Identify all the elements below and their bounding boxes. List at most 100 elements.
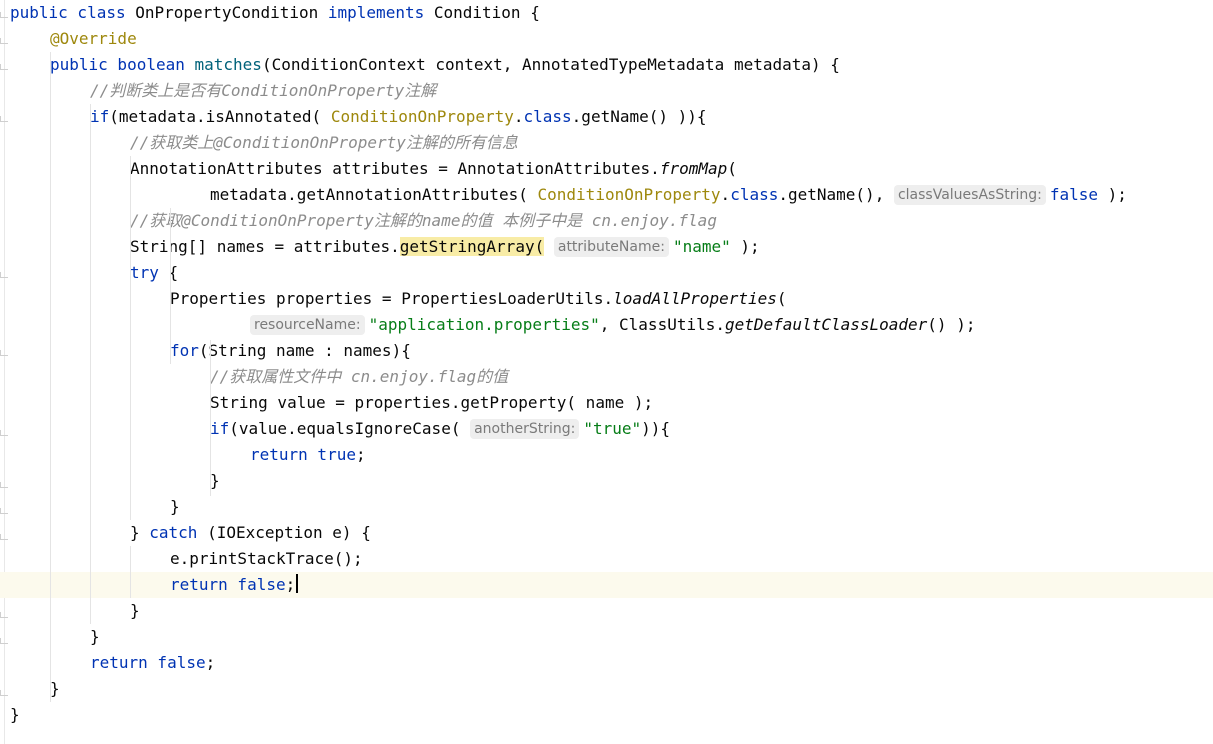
code-line-content: //获取类上@ConditionOnProperty注解的所有信息 (130, 130, 518, 156)
fold-marker-icon[interactable] (0, 350, 8, 356)
code-line[interactable]: } (0, 598, 1213, 624)
fold-marker-icon[interactable] (0, 534, 8, 540)
code-token: return false (170, 575, 286, 594)
code-token: } (130, 601, 140, 620)
code-line-content: } (170, 494, 180, 520)
code-token: catch (149, 523, 198, 542)
code-token: } (130, 523, 150, 542)
code-token: ); (730, 237, 760, 256)
code-token: if (90, 107, 110, 126)
code-line-content: } (50, 676, 60, 702)
code-line[interactable]: } (0, 494, 1213, 520)
code-token: (metadata.isAnnotated( (109, 107, 331, 126)
code-token: @Override (50, 29, 137, 48)
code-line[interactable]: String[] names = attributes.getStringArr… (0, 234, 1213, 260)
code-line[interactable]: try { (0, 260, 1213, 286)
code-line-content: } (210, 468, 220, 494)
code-line-content: metadata.getAnnotationAttributes( Condit… (210, 182, 1127, 208)
code-line[interactable]: } (0, 702, 1213, 728)
fold-marker-icon[interactable] (0, 430, 8, 436)
code-token: AnnotationAttributes attributes = Annota… (130, 159, 660, 178)
parameter-hint: classValuesAsString: (893, 185, 1046, 205)
code-line[interactable]: public class OnPropertyCondition impleme… (0, 0, 1213, 26)
code-token: .getName() )){ (571, 107, 707, 126)
fold-marker-icon[interactable] (0, 116, 8, 122)
code-line[interactable]: return false; (0, 650, 1213, 676)
code-line-content: } catch (IOException e) { (130, 520, 371, 546)
code-token: (ConditionContext context, AnnotatedType… (261, 55, 840, 74)
code-line-content: } (10, 702, 20, 728)
code-line[interactable]: for(String name : names){ (0, 338, 1213, 364)
code-token: "name" (672, 237, 731, 256)
code-line[interactable]: public boolean matches(ConditionContext … (0, 52, 1213, 78)
code-line-content: String[] names = attributes.getStringArr… (130, 234, 760, 260)
code-line[interactable]: String value = properties.getProperty( n… (0, 390, 1213, 416)
code-line-content: e.printStackTrace(); (170, 546, 363, 572)
code-token: (IOException e) { (197, 523, 371, 542)
indent-guide (90, 104, 91, 624)
fold-marker-icon[interactable] (0, 64, 8, 70)
code-token: } (50, 679, 60, 698)
code-line[interactable]: } catch (IOException e) { (0, 520, 1213, 546)
code-token: .getName(), (778, 185, 894, 204)
code-line-content: } (90, 624, 100, 650)
fold-marker-icon[interactable] (0, 12, 8, 18)
code-token: (value.equalsIgnoreCase( (229, 419, 471, 438)
code-line[interactable]: @Override (0, 26, 1213, 52)
code-line[interactable]: } (0, 624, 1213, 650)
code-token: . (513, 107, 524, 126)
fold-marker-icon[interactable] (0, 482, 8, 488)
fold-marker-icon[interactable] (0, 272, 8, 278)
code-token: return false (90, 653, 206, 672)
code-line[interactable]: //获取类上@ConditionOnProperty注解的所有信息 (0, 130, 1213, 156)
code-token: return true (250, 445, 356, 464)
code-token: } (210, 471, 220, 490)
code-token: String value = properties.getProperty( n… (210, 393, 654, 412)
code-token: class (523, 107, 572, 126)
code-token: public class (10, 3, 136, 22)
code-line[interactable]: AnnotationAttributes attributes = Annota… (0, 156, 1213, 182)
code-token: )){ (641, 419, 671, 438)
code-token: ; (205, 653, 216, 672)
code-token: getDefaultClassLoader (725, 315, 928, 334)
code-token: . (720, 185, 731, 204)
code-line[interactable]: } (0, 468, 1213, 494)
code-editor[interactable]: public class OnPropertyCondition impleme… (0, 0, 1213, 744)
code-token: false (1049, 185, 1098, 204)
code-line[interactable]: //判断类上是否有ConditionOnProperty注解 (0, 78, 1213, 104)
code-line[interactable]: if(metadata.isAnnotated( ConditionOnProp… (0, 104, 1213, 130)
code-line-content: @Override (50, 26, 137, 52)
code-line[interactable]: return true; (0, 442, 1213, 468)
fold-marker-icon[interactable] (0, 690, 8, 696)
code-line[interactable]: } (0, 676, 1213, 702)
code-token: e.printStackTrace(); (170, 549, 363, 568)
parameter-hint: resourceName: (250, 315, 365, 335)
code-line-content: for(String name : names){ (170, 338, 411, 364)
code-line-content: AnnotationAttributes attributes = Annota… (130, 156, 737, 182)
code-line[interactable]: metadata.getAnnotationAttributes( Condit… (0, 182, 1213, 208)
fold-marker-icon[interactable] (0, 638, 8, 644)
fold-marker-icon[interactable] (0, 612, 8, 618)
code-line[interactable]: resourceName: "application.properties", C… (0, 312, 1213, 338)
parameter-hint: anotherString: (470, 419, 580, 439)
code-line-content: } (130, 598, 140, 624)
code-token: if (210, 419, 230, 438)
code-token: ConditionOnProperty (537, 185, 721, 204)
fold-marker-icon[interactable] (0, 508, 8, 514)
code-line-content: public boolean matches(ConditionContext … (50, 52, 840, 78)
code-token: (String name : names){ (198, 341, 411, 360)
code-line[interactable]: if(value.equalsIgnoreCase( anotherString… (0, 416, 1213, 442)
code-line[interactable]: //获取@ConditionOnProperty注解的name的值 本例子中是 … (0, 208, 1213, 234)
fold-marker-icon[interactable] (0, 38, 8, 44)
code-line[interactable]: Properties properties = PropertiesLoader… (0, 286, 1213, 312)
code-line[interactable]: e.printStackTrace(); (0, 546, 1213, 572)
code-line-content: return false; (90, 650, 215, 676)
code-line-content: if(metadata.isAnnotated( ConditionOnProp… (90, 104, 707, 130)
code-line[interactable]: //获取属性文件中 cn.enjoy.flag的值 (0, 364, 1213, 390)
code-token: "true" (583, 419, 642, 438)
code-token: ( (776, 289, 787, 308)
indent-guide (50, 52, 51, 702)
code-line[interactable]: return false; (0, 572, 1213, 598)
code-comment: //判断类上是否有ConditionOnProperty注解 (90, 81, 437, 100)
code-line-content: //获取属性文件中 cn.enjoy.flag的值 (210, 364, 508, 390)
